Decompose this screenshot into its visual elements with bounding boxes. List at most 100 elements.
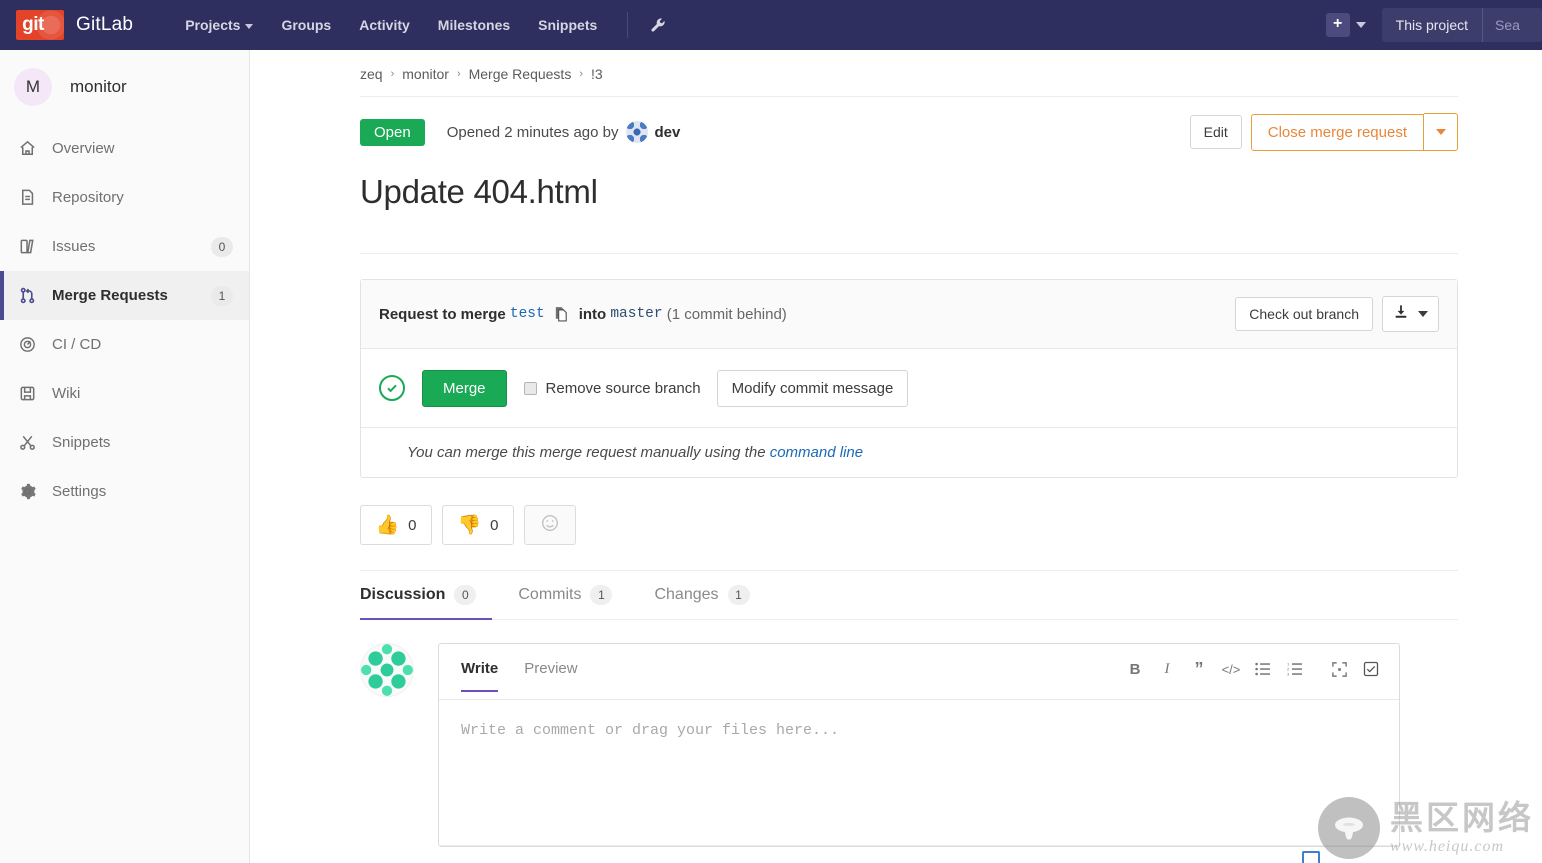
thumbsup-award-button[interactable]: 👍 0 bbox=[360, 505, 432, 545]
avatar[interactable] bbox=[360, 643, 414, 697]
merge-button[interactable]: Merge bbox=[422, 369, 507, 407]
issues-icon bbox=[16, 236, 38, 258]
breadcrumb-group[interactable]: zeq bbox=[360, 66, 383, 82]
download-dropdown-button[interactable] bbox=[1382, 296, 1439, 332]
chevron-down-icon bbox=[245, 23, 254, 29]
breadcrumb-section[interactable]: Merge Requests bbox=[469, 66, 572, 82]
nav-milestones[interactable]: Milestones bbox=[424, 0, 524, 50]
breadcrumb-project[interactable]: monitor bbox=[402, 66, 449, 82]
add-reaction-button[interactable] bbox=[524, 505, 576, 545]
project-sidebar: M monitor Overview Repository Issues 0 M… bbox=[0, 50, 250, 863]
plus-icon[interactable]: + bbox=[1325, 13, 1350, 37]
cut-off-button[interactable] bbox=[1302, 851, 1320, 863]
gitlab-logo-text: git bbox=[22, 14, 44, 35]
breadcrumb-mr-id[interactable]: !3 bbox=[591, 66, 603, 82]
close-merge-request-dropdown[interactable] bbox=[1424, 113, 1458, 151]
chevron-down-icon bbox=[1418, 311, 1428, 317]
sidebar-badge-issues: 0 bbox=[211, 236, 233, 257]
italic-icon[interactable]: I bbox=[1151, 656, 1183, 682]
nav-snippets[interactable]: Snippets bbox=[524, 0, 611, 50]
sidebar-item-snippets[interactable]: Snippets bbox=[0, 418, 249, 467]
markdown-toolbar: B I ” </> 1 2 3 bbox=[1119, 644, 1387, 682]
breadcrumb-separator-icon: › bbox=[456, 68, 461, 80]
doc-icon bbox=[16, 187, 38, 209]
search-scope-selector[interactable]: This project bbox=[1381, 8, 1482, 42]
write-preview-tabs: Write Preview bbox=[461, 644, 604, 692]
project-avatar: M bbox=[14, 68, 52, 106]
thumbsdown-award-button[interactable]: 👎 0 bbox=[442, 505, 514, 545]
chevron-down-icon bbox=[1435, 129, 1446, 135]
wrench-icon[interactable] bbox=[638, 17, 679, 34]
tab-changes-count: 1 bbox=[727, 585, 750, 605]
nav-activity[interactable]: Activity bbox=[345, 0, 424, 50]
bullet-list-icon[interactable] bbox=[1247, 656, 1279, 682]
sidebar-item-merge-requests[interactable]: Merge Requests 1 bbox=[0, 271, 249, 320]
avatar[interactable] bbox=[625, 121, 648, 143]
download-icon bbox=[1393, 304, 1409, 325]
tab-discussion-label: Discussion bbox=[360, 586, 446, 603]
opened-meta: Opened 2 minutes ago by dev bbox=[447, 121, 681, 143]
tab-preview[interactable]: Preview bbox=[524, 644, 577, 692]
sidebar-item-repository[interactable]: Repository bbox=[0, 173, 249, 222]
tab-discussion[interactable]: Discussion 0 bbox=[360, 571, 493, 620]
bold-icon[interactable]: B bbox=[1119, 656, 1151, 682]
sidebar-item-settings[interactable]: Settings bbox=[0, 467, 249, 516]
command-line-link[interactable]: command line bbox=[770, 444, 863, 461]
nav-activity-label: Activity bbox=[359, 17, 410, 33]
numbered-list-icon[interactable]: 1 2 3 bbox=[1279, 656, 1311, 682]
task-list-icon[interactable] bbox=[1355, 656, 1387, 682]
fullscreen-icon[interactable] bbox=[1323, 656, 1355, 682]
author-name[interactable]: dev bbox=[655, 124, 681, 141]
tab-commits-count: 1 bbox=[590, 585, 613, 605]
gitlab-logo[interactable]: git bbox=[16, 10, 64, 40]
into-label: into bbox=[578, 305, 607, 323]
copy-branch-icon[interactable] bbox=[553, 306, 570, 323]
thumbsdown-icon: 👎 bbox=[457, 514, 482, 536]
gitlab-brand-name: GitLab bbox=[76, 14, 134, 35]
top-navigation-bar: git GitLab Projects Groups Activity Mile… bbox=[0, 0, 1542, 50]
nav-groups[interactable]: Groups bbox=[267, 0, 345, 50]
comment-textarea[interactable]: Write a comment or drag your files here.… bbox=[439, 700, 1399, 845]
svg-text:3: 3 bbox=[1287, 671, 1290, 676]
sidebar-item-label: Issues bbox=[52, 238, 96, 255]
note-editor-header: Write Preview B I ” </> 1 2 3 bbox=[439, 644, 1399, 700]
sidebar-item-issues[interactable]: Issues 0 bbox=[0, 222, 249, 271]
sidebar-item-label: Wiki bbox=[52, 385, 81, 402]
thumbsdown-count: 0 bbox=[490, 516, 499, 534]
check-out-branch-button[interactable]: Check out branch bbox=[1235, 296, 1373, 332]
remove-source-branch-label: Remove source branch bbox=[545, 379, 701, 397]
tab-write[interactable]: Write bbox=[461, 644, 499, 692]
merge-icon bbox=[16, 285, 38, 307]
merge-widget-body: Merge Remove source branch Modify commit… bbox=[361, 349, 1457, 427]
code-icon[interactable]: </> bbox=[1215, 656, 1247, 682]
checkbox-icon[interactable] bbox=[523, 381, 537, 395]
note-footer-divider bbox=[439, 845, 1399, 846]
award-emoji-bar: 👍 0 👎 0 bbox=[360, 505, 1458, 545]
note-editor: Write Preview B I ” </> 1 2 3 Write a co… bbox=[438, 643, 1400, 847]
breadcrumb-separator-icon: › bbox=[579, 68, 583, 80]
edit-button[interactable]: Edit bbox=[1189, 114, 1242, 150]
tab-commits[interactable]: Commits 1 bbox=[518, 571, 628, 620]
tab-changes-label: Changes bbox=[654, 586, 719, 603]
remove-source-branch-checkbox[interactable]: Remove source branch bbox=[523, 379, 701, 397]
manual-merge-text: You can merge this merge request manuall… bbox=[407, 444, 766, 461]
close-merge-request-button[interactable]: Close merge request bbox=[1250, 113, 1424, 151]
breadcrumb: zeq › monitor › Merge Requests › !3 bbox=[360, 50, 1458, 82]
sidebar-item-wiki[interactable]: Wiki bbox=[0, 369, 249, 418]
source-branch[interactable]: test bbox=[510, 306, 545, 322]
modify-commit-message-button[interactable]: Modify commit message bbox=[716, 369, 909, 407]
home-icon bbox=[16, 138, 38, 160]
chevron-down-icon bbox=[1355, 22, 1366, 28]
thumbsup-icon: 👍 bbox=[375, 514, 400, 536]
sidebar-item-ci-cd[interactable]: CI / CD bbox=[0, 320, 249, 369]
new-item-dropdown[interactable]: + bbox=[1325, 13, 1366, 37]
sidebar-project-header[interactable]: M monitor bbox=[0, 50, 249, 124]
merge-widget: Request to merge test into master (1 com… bbox=[360, 279, 1458, 478]
search-input[interactable]: Sea bbox=[1482, 8, 1542, 42]
nav-projects[interactable]: Projects bbox=[171, 0, 267, 50]
nav-projects-label: Projects bbox=[185, 17, 241, 33]
quote-icon[interactable]: ” bbox=[1183, 656, 1215, 682]
sidebar-item-overview[interactable]: Overview bbox=[0, 124, 249, 173]
target-branch[interactable]: master bbox=[610, 306, 662, 322]
tab-changes[interactable]: Changes 1 bbox=[654, 571, 765, 620]
